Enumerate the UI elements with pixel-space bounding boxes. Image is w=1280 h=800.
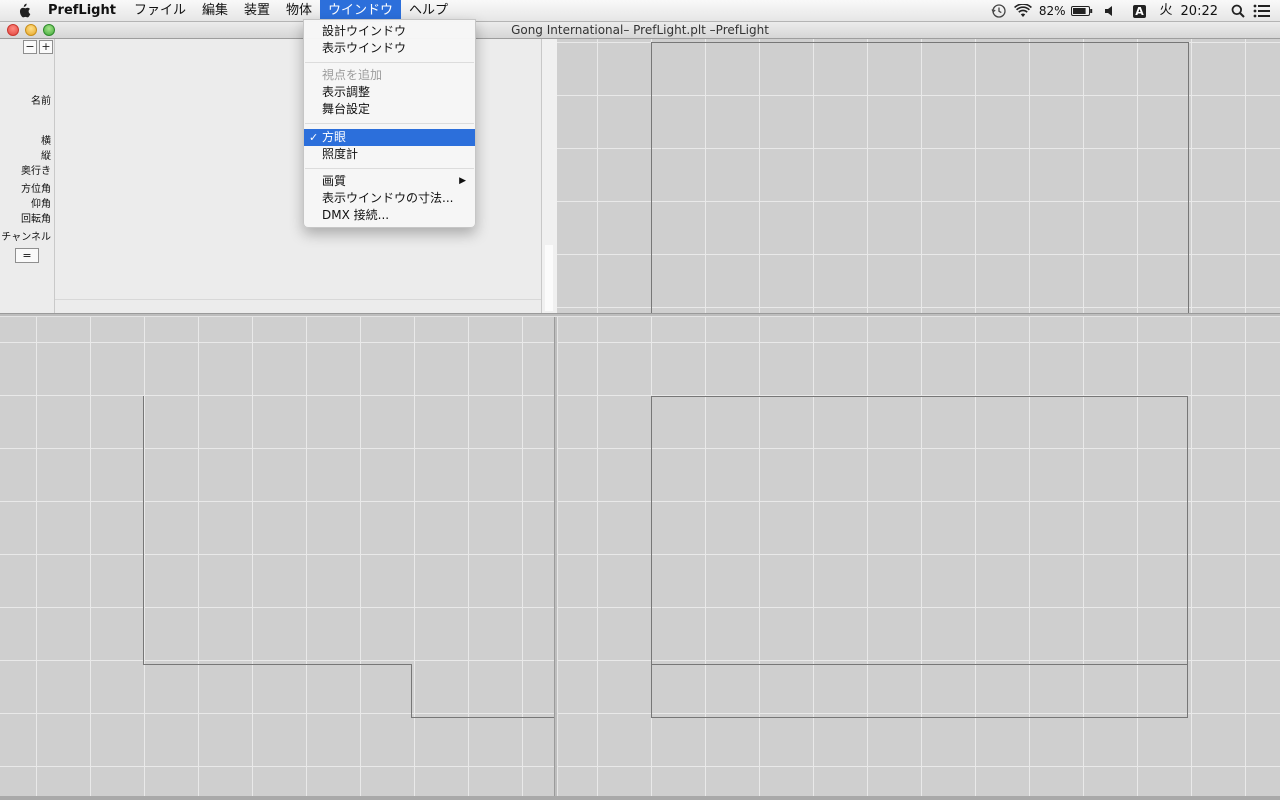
menu-separator [305,168,474,169]
volume-icon[interactable] [1098,0,1122,22]
menu-separator [305,123,474,124]
stage-outline-side [143,396,554,718]
window-bottom-edge [0,796,1280,800]
label-depth: 奥行き [21,166,51,177]
menu-separator [305,62,474,63]
menu-file[interactable]: ファイル [126,0,194,22]
label-elevation: 仰角 [31,199,51,210]
label-rotation: 回転角 [21,214,51,225]
notification-center-icon[interactable] [1250,0,1274,22]
menu-item-grid[interactable]: ✓ 方眼 [304,129,475,146]
submenu-arrow-icon: ▶ [459,176,466,186]
clock-day[interactable]: 火 [1152,0,1177,22]
clock-time[interactable]: 20:22 [1177,4,1226,19]
menu-item-grid-label: 方眼 [322,130,347,144]
top-view-grid[interactable] [557,39,1280,313]
menu-item-window-size[interactable]: 表示ウインドウの寸法... [304,190,475,207]
window-title: Gong International– PrefLight.plt –PrefL… [511,23,769,37]
label-height: 縦 [41,151,51,162]
menu-bar: PrefLight ファイル 編集 装置 物体 ウインドウ ヘルプ 82% A … [0,0,1280,22]
label-width: 横 [41,136,51,147]
menu-item-display-adjust[interactable]: 表示調整 [304,84,475,101]
menu-edit[interactable]: 編集 [194,0,236,22]
label-azimuth: 方位角 [21,184,51,195]
menu-item-quality-label: 画質 [322,174,347,188]
remove-button[interactable]: − [23,40,37,54]
label-channel: チャンネル [1,232,51,243]
window-menu-dropdown: 設計ウインドウ 表示ウインドウ 視点を追加 表示調整 舞台設定 ✓ 方眼 照度計… [303,19,476,228]
menu-item-dmx-connect[interactable]: DMX 接続... [304,207,475,224]
apple-icon[interactable] [13,0,35,22]
menu-item-quality[interactable]: 画質 ▶ [304,173,475,190]
stage-outline-front [651,396,1188,718]
input-source-icon[interactable]: A [1128,0,1152,22]
spotlight-search-icon[interactable] [1226,0,1250,22]
input-source-label: A [1133,4,1147,18]
menu-item-illuminance-meter[interactable]: 照度計 [304,146,475,163]
side-view-grid[interactable] [0,317,554,796]
label-name: 名前 [31,96,51,107]
wifi-icon[interactable] [1011,0,1035,22]
menu-app-name[interactable]: PrefLight [46,0,126,22]
window-title-bar[interactable]: Gong International– PrefLight.plt –PrefL… [0,22,1280,39]
checkmark-icon: ✓ [309,131,319,144]
menu-item-display-window[interactable]: 表示ウインドウ [304,40,475,57]
battery-percentage: 82% [1038,4,1066,18]
time-machine-icon[interactable] [987,0,1011,22]
menu-item-design-window[interactable]: 設計ウインドウ [304,23,475,40]
battery-icon[interactable] [1070,0,1094,22]
inspector-divider [55,299,541,300]
menu-device[interactable]: 装置 [236,0,278,22]
front-view-grid[interactable] [558,317,1280,796]
status-area: 82% A 火 20:22 [987,0,1280,22]
scrollbar-knob[interactable] [545,245,553,311]
menu-item-add-viewpoint: 視点を追加 [322,68,383,82]
stage-outline-top [651,42,1189,313]
add-button[interactable]: + [39,40,53,54]
inspector-scrollbar[interactable] [541,39,557,313]
inspector-labels: − + 名前 横 縦 奥行き 方位角 仰角 回転角 チャンネル = [0,39,55,313]
menu-item-stage-settings[interactable]: 舞台設定 [304,101,475,118]
equal-button[interactable]: = [15,248,39,263]
